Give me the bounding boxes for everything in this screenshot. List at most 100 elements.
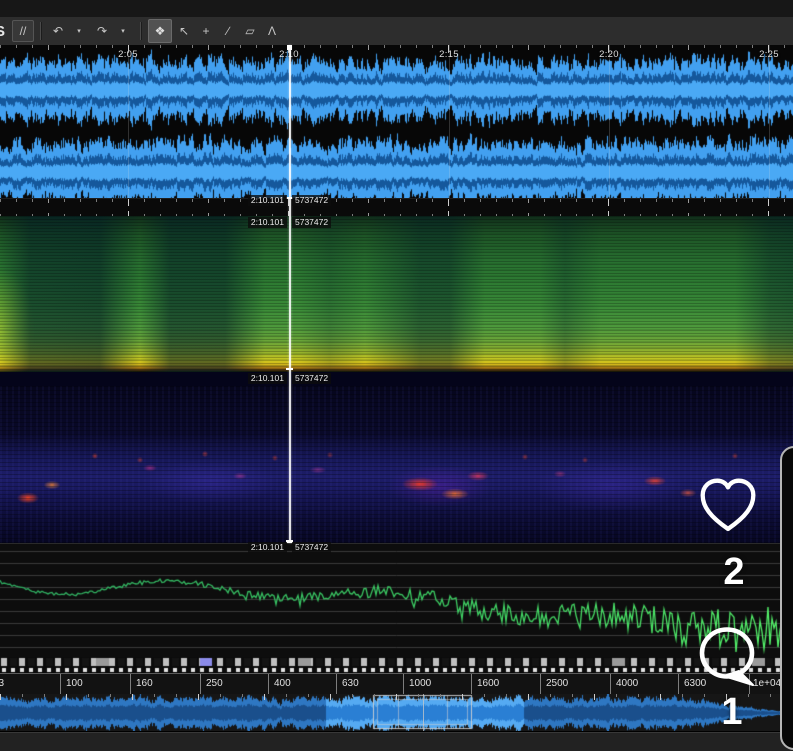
ruler-tick	[242, 694, 243, 697]
cursor-time: 2:10.101	[248, 542, 287, 553]
ruler-tick	[462, 694, 463, 700]
ruler-tick	[560, 45, 561, 48]
scale-separator	[610, 674, 611, 695]
ruler-tick	[96, 45, 97, 48]
frequency-label: 160	[136, 678, 153, 689]
ruler-tick	[0, 694, 1, 700]
ruler-tick	[384, 45, 385, 48]
ruler-tick	[592, 45, 593, 48]
redo-menu-button[interactable]: ▾	[114, 21, 134, 41]
overlay-card-edge	[780, 446, 793, 750]
cursor-sample: 5737472	[292, 542, 331, 553]
ruler-tick	[704, 694, 705, 697]
ruler-tick	[432, 45, 433, 48]
ruler-tick	[198, 694, 199, 700]
toolbar: S //↶▾↷▾❖↖+∕▱Λ	[0, 17, 793, 46]
cursor-readout-row: 2:10.101 5737472	[0, 542, 793, 553]
ruler-tick	[418, 694, 419, 697]
ruler-tick	[704, 45, 705, 48]
time-selection-tool-icon: ❖	[155, 24, 166, 38]
ruler-tick	[66, 694, 67, 700]
scale-separator	[200, 674, 201, 695]
ruler-tick	[784, 45, 785, 48]
frequency-label: 1000	[409, 678, 431, 689]
frequency-label: 250	[206, 678, 223, 689]
ruler-tick	[396, 694, 397, 700]
ruler-tick	[572, 694, 573, 697]
ruler-tick	[208, 45, 209, 50]
ruler-tick	[176, 694, 177, 697]
undo-button[interactable]: ↶	[48, 21, 68, 41]
ruler-tick	[512, 45, 513, 48]
like-count: 2	[712, 551, 756, 594]
frequency-scale: 63100160250400630100016002500400063001e+…	[0, 673, 793, 696]
ruler-tick	[440, 694, 441, 697]
measure-tool-button[interactable]: Λ	[262, 21, 282, 41]
ruler-tick	[308, 694, 309, 697]
eraser-tool-button[interactable]: ▱	[240, 21, 260, 41]
ruler-tick	[576, 45, 577, 48]
ruler-tick	[320, 45, 321, 48]
ruler-tick	[770, 694, 771, 697]
ruler-tick	[48, 45, 49, 50]
time-ruler-ticks-top	[0, 45, 793, 54]
ruler-tick	[720, 45, 721, 48]
ruler-tick	[672, 45, 673, 48]
cursor-time: 2:10.101	[248, 195, 287, 206]
ruler-tick	[256, 45, 257, 48]
ruler-tick	[768, 45, 769, 53]
ruler-tick	[640, 45, 641, 48]
cursor-tool-button[interactable]: ↖	[174, 21, 194, 41]
ruler-tick	[220, 694, 221, 697]
ruler-tick	[464, 45, 465, 48]
ruler-tick	[660, 694, 661, 700]
ruler-tick	[736, 45, 737, 48]
eraser-tool-icon: ▱	[245, 24, 254, 38]
scale-separator	[403, 674, 404, 695]
ruler-tick	[752, 45, 753, 48]
pencil-tool-button[interactable]: ∕	[218, 21, 238, 41]
frequency-label: 100	[66, 678, 83, 689]
ruler-tick	[528, 694, 529, 700]
playhead-line[interactable]	[289, 45, 291, 543]
stereo-waveform-display[interactable]	[0, 45, 793, 198]
undo-menu-icon: ▾	[77, 27, 81, 35]
comment-bubble-icon[interactable]	[697, 626, 761, 690]
ruler-tick	[88, 694, 89, 697]
ruler-tick	[286, 694, 287, 697]
comment-count: 1	[710, 691, 754, 734]
scale-separator	[540, 674, 541, 695]
ruler-tick	[0, 45, 1, 48]
ruler-tick	[656, 45, 657, 48]
heart-icon[interactable]	[698, 477, 758, 534]
scale-separator	[60, 674, 61, 695]
undo-menu-button[interactable]: ▾	[70, 21, 90, 41]
ruler-tick	[682, 694, 683, 697]
scale-separator	[678, 674, 679, 695]
ruler-tick	[550, 694, 551, 697]
redo-menu-icon: ▾	[121, 27, 125, 35]
playhead-handle-top[interactable]	[287, 45, 292, 50]
slashes-toggle-button[interactable]: //	[12, 20, 34, 42]
cursor-sample: 5737472	[292, 373, 331, 384]
plus-tool-button[interactable]: +	[196, 21, 216, 41]
ruler-tick	[64, 45, 65, 48]
frequency-label: 630	[342, 678, 359, 689]
ruler-tick	[374, 694, 375, 697]
frequency-label: 4000	[616, 678, 638, 689]
ruler-tick	[544, 45, 545, 48]
redo-button[interactable]: ↷	[92, 21, 112, 41]
window-top-strip	[0, 0, 793, 18]
overview-playhead[interactable]	[423, 694, 424, 731]
ruler-tick	[506, 694, 507, 697]
plus-tool-icon: +	[202, 24, 209, 38]
playhead-handle-mid2[interactable]	[286, 368, 293, 370]
ruler-tick	[154, 694, 155, 697]
cursor-sample: 5737472	[292, 195, 331, 206]
cursor-readout-row: 2:10.1015737472	[0, 217, 793, 228]
time-selection-tool-button[interactable]: ❖	[148, 19, 172, 43]
ruler-tick	[160, 45, 161, 48]
spectrogram-blue[interactable]	[0, 386, 793, 543]
redo-icon: ↷	[97, 24, 107, 38]
spectrogram-green[interactable]	[0, 216, 793, 372]
